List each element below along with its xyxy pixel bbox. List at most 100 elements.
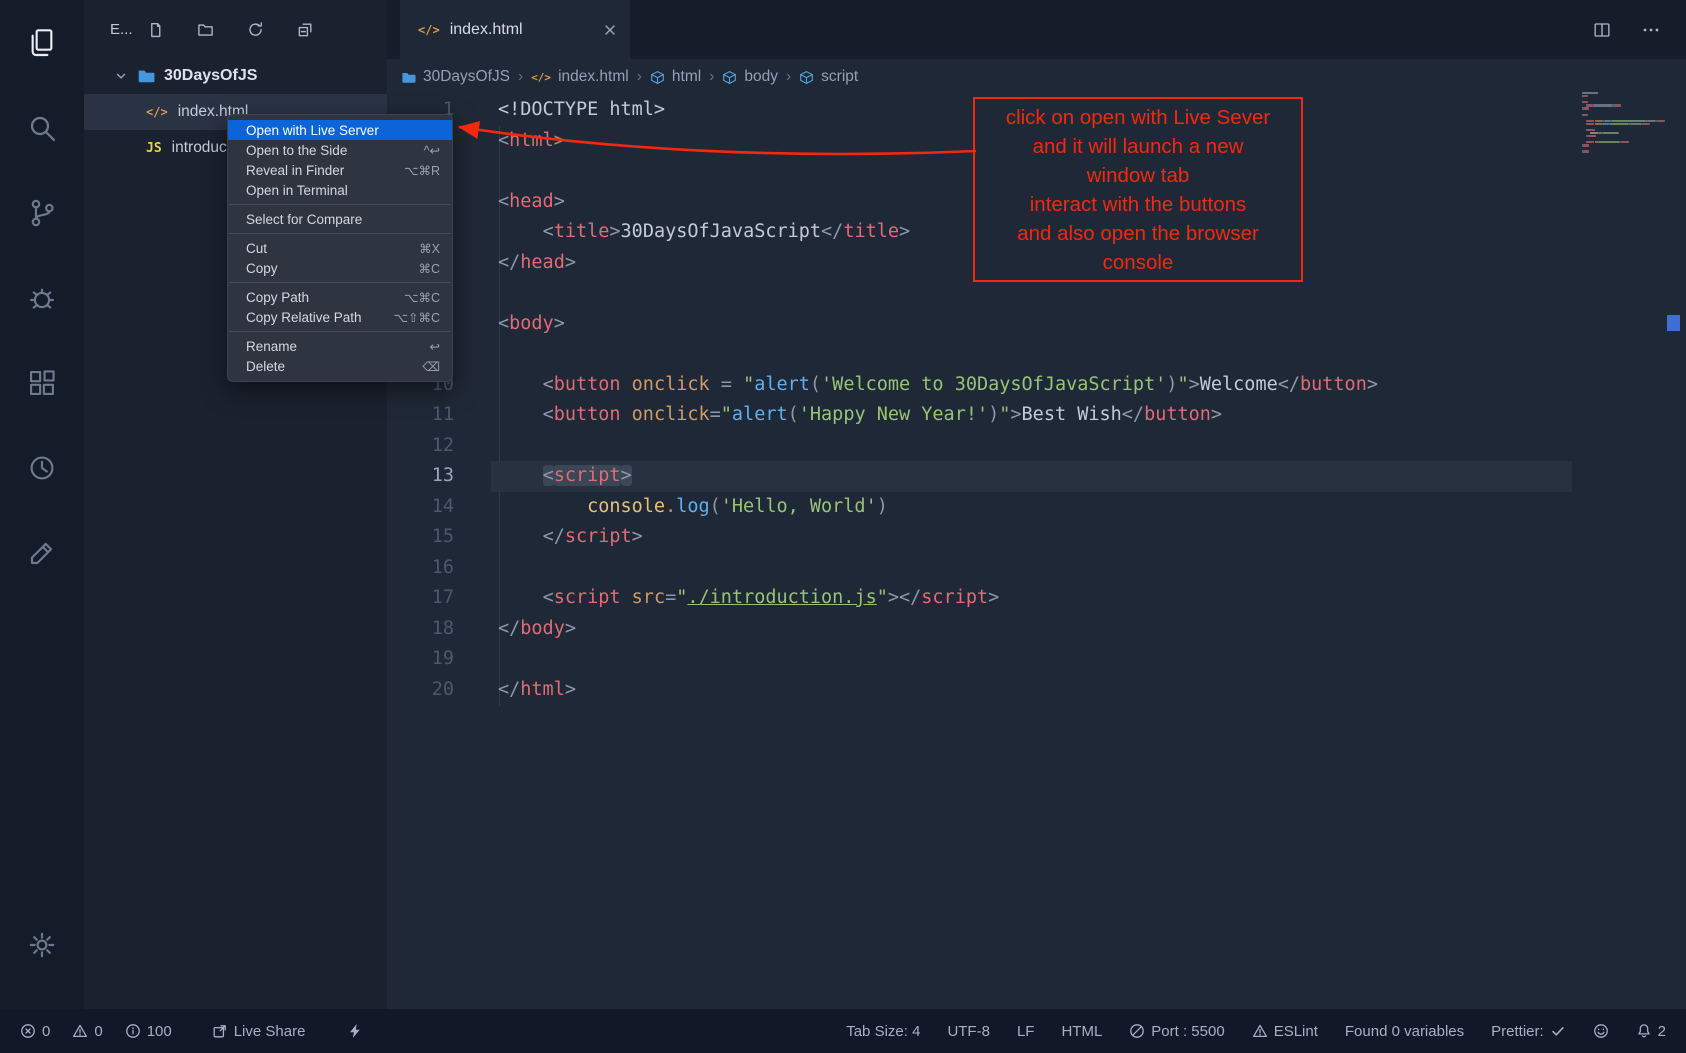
breadcrumb-item-body[interactable]: body	[722, 68, 778, 86]
activity-settings-button[interactable]	[0, 902, 84, 987]
code-line-9[interactable]: 9	[387, 339, 1686, 370]
menu-item-label: Open to the Side	[246, 143, 347, 158]
code-line-18[interactable]: 18</body>	[387, 614, 1686, 645]
breadcrumb-item-30daysofjs[interactable]: 30DaysOfJS	[401, 68, 510, 86]
extensions-icon	[26, 367, 58, 399]
code-line-10[interactable]: 10 <button onclick = "alert('Welcome to …	[387, 370, 1686, 401]
menu-item-copy-relative-path[interactable]: Copy Relative Path ⌥⇧⌘C	[228, 307, 452, 327]
status-language-mode[interactable]: HTML	[1061, 1023, 1102, 1040]
status-label: 100	[147, 1023, 172, 1040]
code-line-7[interactable]: 7	[387, 278, 1686, 309]
html-file-icon: </>	[146, 105, 168, 119]
menu-item-copy[interactable]: Copy⌘C	[228, 258, 452, 278]
menu-item-cut[interactable]: Cut⌘X	[228, 238, 452, 258]
menu-item-label: Copy Relative Path	[246, 310, 362, 325]
new-folder-button[interactable]	[197, 21, 214, 38]
collapse-all-button[interactable]	[297, 21, 314, 38]
status-tab-size[interactable]: Tab Size: 4	[846, 1023, 920, 1040]
refresh-button[interactable]	[247, 21, 264, 38]
code-line-8[interactable]: 8<body>	[387, 309, 1686, 340]
search-icon	[26, 112, 58, 144]
status-lightning[interactable]	[347, 1023, 363, 1039]
status-problems-info[interactable]: 100	[125, 1023, 172, 1040]
pen-icon	[26, 537, 58, 569]
code-line-15[interactable]: 15 </script>	[387, 522, 1686, 553]
breadcrumb-item-script[interactable]: script	[799, 68, 858, 86]
menu-item-open-in-terminal[interactable]: Open in Terminal	[228, 180, 452, 200]
status-problems-errors[interactable]: 0	[20, 1023, 50, 1040]
code-line-19[interactable]: 19	[387, 644, 1686, 675]
code-text: </body>	[498, 614, 576, 645]
code-text: <html>	[498, 126, 565, 157]
menu-item-select-for-compare[interactable]: Select for Compare	[228, 209, 452, 229]
split-editor-icon[interactable]	[1592, 20, 1612, 40]
menu-item-shortcut: ⌘C	[418, 261, 440, 276]
warning-icon	[72, 1023, 88, 1039]
activity-pen-button[interactable]	[0, 510, 84, 595]
menu-item-shortcut: ⌫	[422, 359, 440, 374]
activity-run-debug-button[interactable]	[0, 255, 84, 340]
code-line-16[interactable]: 16	[387, 553, 1686, 584]
circle-slash-icon	[1129, 1023, 1145, 1039]
menu-item-label: Select for Compare	[246, 212, 362, 227]
menu-item-reveal-in-finder[interactable]: Reveal in Finder⌥⌘R	[228, 160, 452, 180]
menu-item-open-with-live-server[interactable]: Open with Live Server	[228, 120, 452, 140]
breadcrumb-item-html[interactable]: html	[650, 68, 701, 86]
folder-name: 30DaysOfJS	[164, 67, 257, 85]
code-line-14[interactable]: 14 console.log('Hello, World')	[387, 492, 1686, 523]
status-encoding[interactable]: UTF-8	[947, 1023, 990, 1040]
status-prettier[interactable]: Prettier:	[1491, 1023, 1566, 1040]
new-file-button[interactable]	[147, 21, 164, 38]
code-line-13[interactable]: 13 <script>	[387, 461, 1686, 492]
chevron-right-icon: ›	[786, 68, 791, 86]
code-text: console.log('Hello, World')	[498, 492, 888, 523]
menu-item-copy-path[interactable]: Copy Path⌥⌘C	[228, 287, 452, 307]
status-eslint[interactable]: ESLint	[1252, 1023, 1318, 1040]
line-number: 12	[387, 431, 454, 462]
status-port[interactable]: Port : 5500	[1129, 1023, 1224, 1040]
menu-item-delete[interactable]: Delete⌫	[228, 356, 452, 376]
activity-extensions-button[interactable]	[0, 340, 84, 425]
status-eol[interactable]: LF	[1017, 1023, 1035, 1040]
status-variables[interactable]: Found 0 variables	[1345, 1023, 1464, 1040]
status-notifications[interactable]: 2	[1636, 1023, 1666, 1040]
activity-explorer-button[interactable]	[0, 0, 84, 85]
status-label: LF	[1017, 1023, 1035, 1040]
chevron-right-icon: ›	[518, 68, 523, 86]
activity-timeline-button[interactable]	[0, 425, 84, 510]
warning-icon	[1252, 1023, 1268, 1039]
status-live-share[interactable]: Live Share	[212, 1023, 306, 1040]
activity-search-button[interactable]	[0, 85, 84, 170]
status-problems-warnings[interactable]: 0	[72, 1023, 102, 1040]
code-line-11[interactable]: 11 <button onclick="alert('Happy New Yea…	[387, 400, 1686, 431]
code-line-12[interactable]: 12	[387, 431, 1686, 462]
status-label: UTF-8	[947, 1023, 990, 1040]
menu-item-open-to-the-side[interactable]: Open to the Side^↩	[228, 140, 452, 160]
explorer-icon	[26, 27, 58, 59]
status-label: Port : 5500	[1151, 1023, 1224, 1040]
status-left: 0 0 100 Live Share	[20, 1023, 375, 1040]
menu-separator	[229, 282, 451, 283]
folder-tree-item[interactable]: 30DaysOfJS	[84, 58, 387, 94]
minimap[interactable]	[1582, 92, 1670, 154]
code-text: <title>30DaysOfJavaScript</title>	[498, 217, 910, 248]
close-icon[interactable]	[602, 22, 618, 38]
code-line-20[interactable]: 20</html>	[387, 675, 1686, 706]
activity-source-control-button[interactable]	[0, 170, 84, 255]
symbol-icon	[722, 70, 737, 85]
status-label: HTML	[1061, 1023, 1102, 1040]
more-actions-icon[interactable]	[1640, 19, 1662, 41]
tab-bar: </> index.html	[387, 0, 1686, 59]
annotation-text: interact with the buttons	[1030, 190, 1247, 219]
html-file-icon: </>	[531, 71, 551, 84]
breadcrumb-label: html	[672, 68, 701, 86]
annotation-text: and also open the browser	[1017, 219, 1259, 248]
context-menu: Open with Live ServerOpen to the Side^↩R…	[227, 114, 453, 382]
code-line-17[interactable]: 17 <script src="./introduction.js"></scr…	[387, 583, 1686, 614]
menu-item-label: Copy Path	[246, 290, 309, 305]
menu-item-rename[interactable]: Rename↩	[228, 336, 452, 356]
menu-item-shortcut: ⌥⇧⌘C	[394, 310, 440, 325]
breadcrumb-item-index-html[interactable]: </>index.html	[531, 68, 629, 86]
status-feedback[interactable]	[1593, 1023, 1609, 1039]
tab-index-html[interactable]: </> index.html	[400, 0, 630, 59]
